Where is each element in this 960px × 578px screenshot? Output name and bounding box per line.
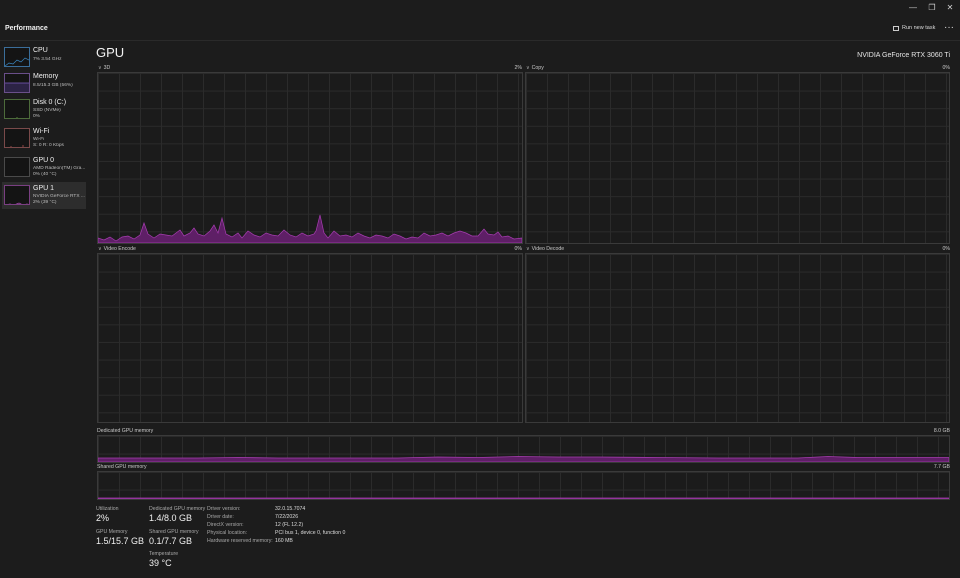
gpu-memory-value: 1.5/15.7 GB [96,536,145,546]
sidebar-item-detail-2: 0% [33,114,40,119]
sidebar-item-detail-2: 2% (39 °C) [33,200,57,205]
physical-location-label: Physical location: [207,530,248,536]
sidebar-item-label: GPU 1 [33,185,55,192]
physical-location-value: PCI bus 1, device 0, function 0 [275,530,346,536]
chevron-down-icon: ∨ [526,246,530,252]
gpu-heading: GPU [96,45,125,60]
temperature-value: 39 °C [149,558,172,568]
utilization-value: 2% [96,513,110,523]
wifi-thumbnail [4,128,30,148]
sidebar-item-disk[interactable]: Disk 0 (C:) SSD (NVMe) 0% [2,96,86,123]
gpu-memory-label: GPU Memory [96,529,128,535]
directx-version-label: DirectX version: [207,522,244,528]
graph-pct-copy: 0% [942,65,951,71]
sidebar-item-gpu-1[interactable]: GPU 1 NVIDIA GeForce RTX ... 2% (39 °C) [2,182,86,209]
run-new-task-label: Run new task [902,25,936,31]
driver-version-value: 32.0.15.7074 [275,506,306,512]
sidebar-item-detail: NVIDIA GeForce RTX ... [33,194,85,199]
chevron-down-icon: ∨ [98,246,102,252]
dedicated-memory-value: 1.4/8.0 GB [149,513,193,523]
chevron-down-icon: ∨ [98,65,102,71]
graph-video-decode [525,253,950,423]
close-button[interactable]: ✕ [943,3,957,12]
graph-label-shared-memory: Shared GPU memory [97,464,147,470]
sidebar-item-label: Disk 0 (C:) [33,99,67,106]
sidebar-item-cpu[interactable]: CPU 7% 3.54 GHz [2,44,86,71]
shared-memory-value: 0.1/7.7 GB [149,536,193,546]
driver-date-value: 7/22/2026 [275,514,299,520]
graph-label-video-encode[interactable]: ∨ Video Encode [98,246,136,252]
sidebar-item-label: Memory [33,73,59,80]
graph-max-dedicated-memory: 8.0 GB [933,428,950,434]
graph-dedicated-memory [97,435,950,463]
shared-memory-label: Shared GPU memory [149,529,199,535]
driver-version-label: Driver version: [207,506,241,512]
page-title: Performance [5,25,48,32]
gpu-1-thumbnail [4,185,30,205]
graph-label-dedicated-memory: Dedicated GPU memory [97,428,154,434]
maximize-button[interactable]: ❐ [925,3,939,12]
minimize-button[interactable]: — [906,3,920,12]
sidebar-item-label: CPU [33,47,48,54]
sidebar-item-detail: 7% 3.54 GHz [33,57,62,62]
sidebar-item-detail: AMD Radeon(TM) Gra... [33,166,86,171]
graph-label-3d[interactable]: ∨ 3D [98,65,110,71]
utilization-label: Utilization [96,506,119,512]
graph-copy [525,72,950,244]
disk-thumbnail [4,99,30,119]
sidebar-item-label: GPU 0 [33,157,55,164]
dedicated-memory-label: Dedicated GPU memory [149,506,206,512]
memory-thumbnail [4,73,30,93]
graph-max-shared-memory: 7.7 GB [933,464,950,470]
sidebar: CPU 7% 3.54 GHz Memory 8.5/15.3 GB (56%)… [0,41,88,578]
graph-label-video-decode[interactable]: ∨ Video Decode [526,246,564,252]
graph-pct-video-encode: 0% [514,246,523,252]
driver-date-label: Driver date: [207,514,234,520]
cpu-thumbnail [4,47,30,67]
sidebar-item-memory[interactable]: Memory 8.5/15.3 GB (56%) [2,70,86,97]
title-bar: — ❐ ✕ [0,0,960,18]
sidebar-item-wifi[interactable]: Wi-Fi Wi-Fi S: 0 R: 0 Kbps [2,125,86,152]
gpu-model-name: NVIDIA GeForce RTX 3060 Ti [857,52,950,59]
run-new-task-button[interactable]: Run new task [893,25,935,31]
sidebar-item-detail: SSD (NVMe) [33,108,61,113]
graph-label-copy[interactable]: ∨ Copy [526,65,544,71]
graph-shared-memory [97,471,950,500]
sidebar-item-detail: Wi-Fi [33,137,45,142]
sidebar-item-detail-2: S: 0 R: 0 Kbps [33,143,64,148]
graph-pct-3d: 2% [514,65,523,71]
directx-version-value: 12 (FL 12.2) [275,522,304,528]
sidebar-item-gpu-0[interactable]: GPU 0 AMD Radeon(TM) Gra... 0% (40 °C) [2,154,86,181]
graph-video-encode [97,253,523,423]
graph-pct-video-decode: 0% [942,246,951,252]
temperature-label: Temperature [149,551,179,557]
graph-3d [97,72,523,244]
hardware-reserved-memory-value: 160 MB [275,538,293,544]
sidebar-item-detail-2: 0% (40 °C) [33,172,57,177]
sidebar-item-label: Wi-Fi [33,128,50,135]
gpu-0-thumbnail [4,157,30,177]
chevron-down-icon: ∨ [526,65,530,71]
more-options-button[interactable]: ··· [944,22,954,33]
run-task-icon [893,25,899,31]
header: Performance Run new task ··· [0,18,960,41]
sidebar-item-detail: 8.5/15.3 GB (56%) [33,83,73,88]
hardware-reserved-memory-label: Hardware reserved memory: [207,538,273,544]
